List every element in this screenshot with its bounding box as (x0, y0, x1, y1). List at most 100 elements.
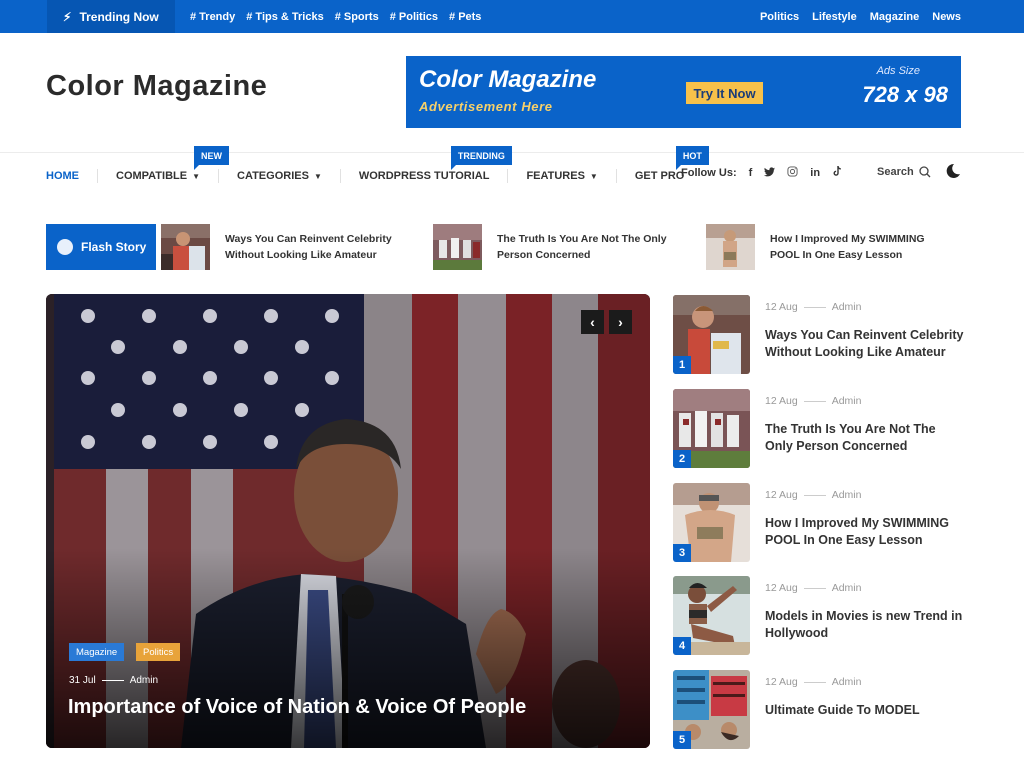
tag-link-pets[interactable]: # Pets (449, 11, 481, 23)
side-thumbnail: 2 (673, 389, 750, 468)
rank-number: 2 (673, 450, 691, 468)
chevron-down-icon: ▼ (589, 171, 598, 181)
side-meta: 12 Aug Admin (765, 301, 861, 313)
meta-divider (803, 494, 826, 496)
flash-item[interactable]: How I Improved My SWIMMING POOL In One E… (706, 224, 950, 270)
flash-dot-icon (57, 239, 73, 255)
top-link-magazine[interactable]: Magazine (870, 11, 920, 23)
nav-badge-new: NEW (194, 146, 229, 170)
side-title[interactable]: Models in Movies is new Trend in Hollywo… (765, 608, 965, 642)
meta-divider (803, 400, 826, 402)
side-date: 12 Aug (765, 395, 798, 407)
side-date: 12 Aug (765, 489, 798, 501)
slider-prev-button[interactable]: ‹ (581, 310, 604, 334)
hero-author[interactable]: Admin (130, 675, 158, 686)
chevron-down-icon: ▼ (192, 171, 201, 181)
nav-item-home[interactable]: HOME (46, 170, 79, 182)
top-link-news[interactable]: News (932, 11, 961, 23)
search-button[interactable]: Search (877, 166, 931, 178)
tag-link-tips-tricks[interactable]: # Tips & Tricks (246, 11, 323, 23)
linkedin-icon[interactable]: in (810, 167, 820, 179)
tag-link-politics[interactable]: # Politics (390, 11, 438, 23)
side-list-item[interactable]: 2 12 Aug Admin The Truth Is You Are Not … (673, 389, 963, 469)
side-title[interactable]: How I Improved My SWIMMING POOL In One E… (765, 515, 965, 549)
nav-divider (97, 169, 98, 183)
side-author[interactable]: Admin (832, 582, 862, 594)
nav-badge-trending: TRENDING (450, 146, 512, 170)
side-title[interactable]: The Truth Is You Are Not The Only Person… (765, 421, 965, 455)
category-tag-magazine[interactable]: Magazine (69, 643, 125, 661)
ad-title: Color Magazine (419, 66, 597, 93)
twitter-icon[interactable] (764, 166, 776, 180)
nav-label: COMPATIBLE (116, 170, 188, 182)
trending-now-text: Trending Now (79, 9, 159, 24)
ad-try-it-now-button[interactable]: Try It Now (686, 82, 763, 104)
nav-item-compatible[interactable]: NEW COMPATIBLE ▼ (116, 146, 229, 182)
rank-number: 1 (673, 356, 691, 374)
top-link-lifestyle[interactable]: Lifestyle (812, 11, 857, 23)
rank-number: 5 (673, 731, 691, 749)
flash-story-text: Flash Story (81, 240, 147, 254)
instagram-icon[interactable] (787, 166, 798, 180)
nav-item-wordpress-tutorial[interactable]: TRENDING WORDPRESS TUTORIAL (358, 146, 512, 182)
tag-link-sports[interactable]: # Sports (335, 11, 379, 23)
chevron-down-icon: ▼ (313, 171, 322, 181)
nav-label: FEATURES (526, 170, 585, 182)
side-list-item[interactable]: 3 12 Aug Admin How I Improved My SWIMMIN… (673, 483, 963, 563)
side-list-item[interactable]: 1 12 Aug Admin Ways You Can Reinvent Cel… (673, 295, 963, 375)
ad-size-label: Ads Size (876, 65, 920, 77)
header-divider (0, 152, 1024, 153)
nav-divider (507, 169, 509, 183)
side-thumbnail: 1 (673, 295, 750, 374)
search-icon (919, 166, 931, 178)
advertisement-banner[interactable]: Color Magazine Advertisement Here Try It… (406, 56, 961, 128)
flash-item[interactable]: Ways You Can Reinvent Celebrity Without … (161, 224, 405, 270)
side-author[interactable]: Admin (832, 489, 862, 501)
flash-item[interactable]: The Truth Is You Are Not The Only Person… (433, 224, 677, 270)
featured-post-slider[interactable]: ‹ › Magazine Politics 31 Jul Admin Impor… (46, 294, 650, 748)
side-author[interactable]: Admin (832, 395, 862, 407)
meta-divider (101, 680, 124, 681)
nav-label: WORDPRESS TUTORIAL (358, 170, 490, 182)
nav-label: HOME (46, 170, 79, 182)
side-title[interactable]: Ultimate Guide To MODEL (765, 702, 965, 719)
nav-item-features[interactable]: FEATURES ▼ (526, 170, 597, 182)
hero-title[interactable]: Importance of Voice of Nation & Voice Of… (68, 696, 526, 719)
flash-item-title: The Truth Is You Are Not The Only Person… (497, 233, 667, 261)
facebook-icon[interactable]: f (749, 167, 753, 179)
hero-meta: 31 Jul Admin (69, 675, 158, 686)
side-date: 12 Aug (765, 301, 798, 313)
side-date: 12 Aug (765, 676, 798, 688)
side-date: 12 Aug (765, 582, 798, 594)
top-link-politics[interactable]: Politics (760, 11, 799, 23)
nav-badge-hot: HOT (675, 146, 709, 170)
side-author[interactable]: Admin (832, 676, 862, 688)
flash-thumbnail (706, 224, 755, 270)
side-list-item[interactable]: 4 12 Aug Admin Models in Movies is new T… (673, 576, 963, 656)
search-label: Search (877, 166, 914, 178)
flash-item-title: How I Improved My SWIMMING POOL In One E… (770, 233, 925, 261)
slider-next-button[interactable]: › (609, 310, 632, 334)
side-title[interactable]: Ways You Can Reinvent Celebrity Without … (765, 327, 965, 361)
category-tag-politics[interactable]: Politics (136, 643, 181, 661)
side-list-item[interactable]: 5 12 Aug Admin Ultimate Guide To MODEL (673, 670, 963, 750)
tiktok-icon[interactable] (832, 166, 842, 180)
flash-item-title: Ways You Can Reinvent Celebrity Without … (225, 233, 392, 261)
side-thumbnail: 4 (673, 576, 750, 655)
nav-label: GET PRO (634, 170, 685, 182)
side-meta: 12 Aug Admin (765, 489, 861, 501)
tag-link-trendy[interactable]: # Trendy (190, 11, 235, 23)
site-logo[interactable]: Color Magazine (46, 70, 267, 103)
side-meta: 12 Aug Admin (765, 395, 861, 407)
nav-divider (339, 169, 341, 183)
lightning-icon: ⚡︎ (63, 9, 72, 24)
dark-mode-moon-icon[interactable] (945, 163, 961, 179)
flash-thumbnail (433, 224, 482, 270)
side-author[interactable]: Admin (832, 301, 862, 313)
nav-item-get-pro[interactable]: HOT GET PRO (634, 146, 709, 182)
flash-story-label: Flash Story (46, 224, 156, 270)
side-thumbnail: 3 (673, 483, 750, 562)
main-nav: HOME NEW COMPATIBLE ▼ CATEGORIES ▼ TREND… (46, 146, 709, 188)
nav-item-categories[interactable]: CATEGORIES ▼ (237, 170, 322, 182)
nav-label: CATEGORIES (237, 170, 309, 182)
